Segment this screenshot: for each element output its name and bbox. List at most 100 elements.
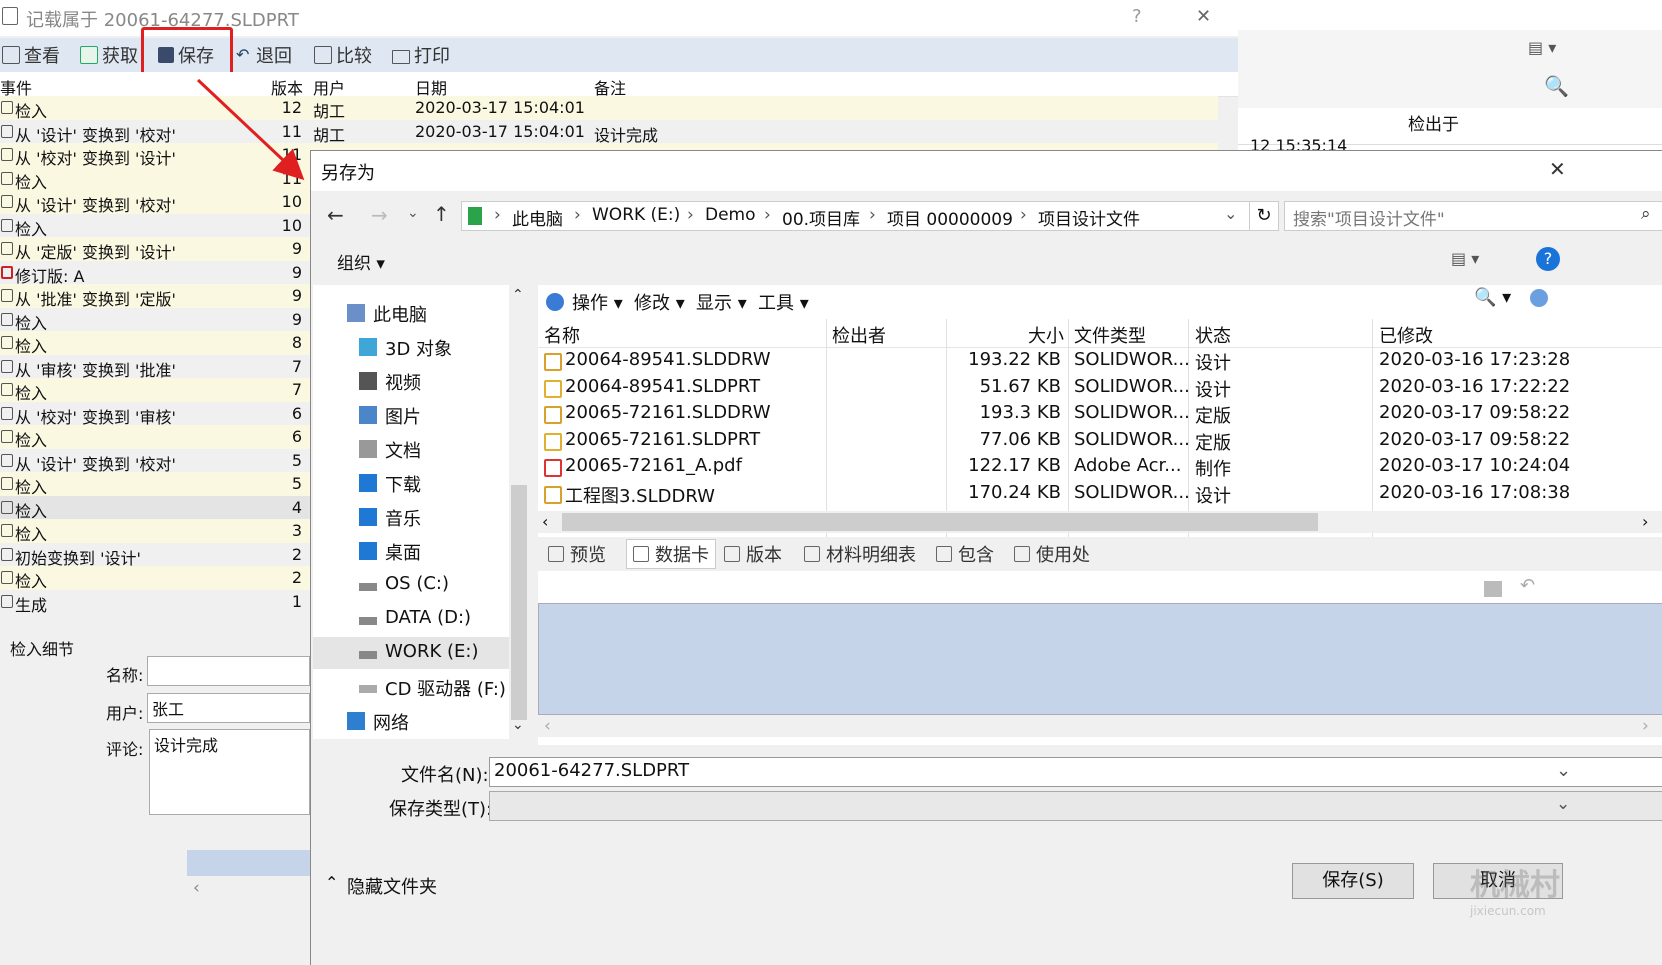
breadcrumb-item[interactable]: 项目 00000009: [887, 205, 1013, 230]
nav-item[interactable]: 音乐: [313, 501, 509, 533]
breadcrumb-item[interactable]: 此电脑: [512, 205, 563, 230]
col-type[interactable]: 文件类型: [1074, 322, 1146, 348]
file-row[interactable]: 20065-72161_A.pdf 122.17 KB Adobe Acr... 制作…: [538, 454, 1662, 481]
tab-preview[interactable]: 预览: [548, 540, 606, 568]
file-row[interactable]: 20064-89541.SLDPRT 51.67 KB SOLIDWOR... 设计 2…: [538, 375, 1662, 402]
filetype-select[interactable]: ⌄: [489, 791, 1662, 821]
address-bar[interactable]: › 此电脑 › WORK (E:) › Demo › 00.项目库 › 项目 00000009 › 项…: [461, 201, 1253, 231]
scroll-down-icon[interactable]: ⌄: [512, 717, 524, 733]
back-button[interactable]: ←: [327, 203, 344, 227]
history-hscroll[interactable]: ‹: [187, 876, 310, 904]
scroll-left-icon[interactable]: ‹: [542, 512, 548, 531]
hscroll-thumb[interactable]: [562, 513, 1318, 531]
breadcrumb-separator-icon[interactable]: ›: [764, 205, 771, 225]
nav-scrollbar[interactable]: ⌃ ⌄: [509, 285, 529, 739]
datacard-save-icon[interactable]: [1484, 581, 1502, 597]
file-row[interactable]: 20065-72161.SLDPRT 77.06 KB SOLIDWOR... 定版 2…: [538, 428, 1662, 455]
breadcrumb-item[interactable]: 00.项目库: [782, 205, 860, 230]
breadcrumb-separator-icon[interactable]: ›: [1020, 205, 1027, 225]
change-view-button[interactable]: ▤ ▾: [1451, 249, 1479, 268]
breadcrumb-item[interactable]: 项目设计文件: [1038, 205, 1140, 230]
view-options-icon[interactable]: ▤ ▾: [1528, 38, 1556, 57]
breadcrumb-separator-icon[interactable]: ›: [494, 205, 501, 225]
forward-button[interactable]: →: [371, 203, 388, 227]
history-row[interactable]: 从 '设计' 变换到 '校对' 11 胡工 2020-03-17 15:04:01 设计…: [0, 120, 1218, 145]
close-button[interactable]: ✕: [1196, 6, 1211, 27]
search-input[interactable]: 搜索"项目设计文件": [1293, 205, 1445, 230]
tab-where-used[interactable]: 使用处: [1014, 540, 1090, 568]
col-name[interactable]: 名称: [544, 322, 580, 348]
nav-item[interactable]: 视频: [313, 365, 509, 397]
breadcrumb-item[interactable]: WORK (E:): [592, 205, 680, 225]
tab-version[interactable]: 版本: [724, 540, 782, 568]
scroll-right-icon[interactable]: ›: [1642, 512, 1648, 531]
breadcrumb-separator-icon[interactable]: ›: [574, 205, 581, 225]
search-icon[interactable]: 🔍: [1544, 74, 1569, 98]
search-files-icon[interactable]: 🔍 ▾: [1474, 287, 1511, 308]
dialog-close-button[interactable]: ✕: [1549, 157, 1566, 181]
toolbar-get-button[interactable]: 获取: [80, 42, 138, 68]
help-button[interactable]: ?: [1132, 6, 1142, 27]
scroll-up-icon[interactable]: ⌃: [512, 287, 524, 303]
filetype-dropdown-icon[interactable]: ⌄: [1556, 794, 1570, 814]
search-icon[interactable]: ⌕: [1641, 204, 1651, 224]
tab-bom[interactable]: 材料明细表: [804, 540, 916, 568]
pane-menu-item[interactable]: 工具 ▾: [758, 289, 809, 315]
refresh-button[interactable]: ↻: [1249, 201, 1279, 231]
card-hscroll[interactable]: ‹ ›: [538, 715, 1662, 737]
chevron-up-icon[interactable]: ⌃: [325, 873, 338, 892]
nav-item[interactable]: 下载: [313, 467, 509, 499]
col-modified[interactable]: 已修改: [1379, 322, 1433, 348]
card-scroll-right-icon[interactable]: ›: [1642, 716, 1649, 736]
up-button[interactable]: ↑: [433, 202, 450, 226]
toolbar-view-button[interactable]: 查看: [2, 42, 60, 68]
address-dropdown-icon[interactable]: ⌄: [1224, 204, 1237, 223]
vault-view-icon[interactable]: [1530, 289, 1548, 307]
search-box[interactable]: 搜索"项目设计文件" ⌕: [1284, 201, 1662, 231]
toolbar-compare-button[interactable]: 比较: [314, 42, 372, 68]
filename-input[interactable]: 20061-64277.SLDPRT ⌄: [489, 757, 1662, 787]
nav-item[interactable]: DATA (D:): [313, 603, 509, 635]
nav-item[interactable]: 3D 对象: [313, 331, 509, 363]
tab-contains[interactable]: 包含: [936, 540, 994, 568]
file-hscroll[interactable]: ‹ ›: [538, 511, 1662, 533]
file-row[interactable]: 工程图3.SLDDRW 170.24 KB SOLIDWOR... 设计 2020-03…: [538, 481, 1662, 508]
nav-item[interactable]: 网络: [313, 705, 509, 737]
user-field[interactable]: 张工: [147, 693, 310, 723]
col-checked-out-by[interactable]: 检出者: [832, 322, 886, 348]
breadcrumb-separator-icon[interactable]: ›: [687, 205, 694, 225]
nav-item[interactable]: OS (C:): [313, 569, 509, 601]
file-row[interactable]: 20065-72161.SLDDRW 193.3 KB SOLIDWOR... 定版 2…: [538, 401, 1662, 428]
name-field[interactable]: [147, 656, 310, 686]
col-state[interactable]: 状态: [1195, 322, 1231, 348]
pane-menu-item[interactable]: 显示 ▾: [696, 289, 747, 315]
file-row[interactable]: 20064-89541.SLDDRW 193.22 KB SOLIDWOR... 设计…: [538, 348, 1662, 375]
save-button[interactable]: 保存(S): [1292, 863, 1414, 899]
pane-menu-item[interactable]: 操作 ▾: [572, 289, 623, 315]
hide-folders-button[interactable]: 隐藏文件夹: [347, 873, 437, 899]
history-user: 胡工: [313, 102, 346, 121]
comment-field[interactable]: 设计完成: [149, 729, 310, 815]
history-row[interactable]: 检入 12 胡工 2020-03-17 15:04:01: [0, 96, 1218, 121]
help-icon[interactable]: ?: [1536, 247, 1560, 271]
pane-menu-item[interactable]: 修改 ▾: [634, 289, 685, 315]
card-scroll-left-icon[interactable]: ‹: [544, 716, 551, 736]
toolbar-rollback-button[interactable]: ↶ 退回: [236, 42, 292, 68]
nav-item[interactable]: 此电脑: [313, 297, 509, 329]
nav-item[interactable]: 文档: [313, 433, 509, 465]
filename-dropdown-icon[interactable]: ⌄: [1556, 760, 1571, 781]
nav-item[interactable]: CD 驱动器 (F:): [313, 671, 509, 703]
nav-item[interactable]: WORK (E:): [313, 637, 509, 669]
organize-menu[interactable]: 组织 ▾: [337, 249, 385, 274]
breadcrumb-item[interactable]: Demo: [705, 205, 756, 225]
col-size[interactable]: 大小: [1028, 322, 1064, 348]
breadcrumb-separator-icon[interactable]: ›: [869, 205, 876, 225]
nav-item[interactable]: 图片: [313, 399, 509, 431]
toolbar-print-button[interactable]: 打印: [392, 42, 450, 68]
tab-datacard[interactable]: 数据卡: [626, 539, 716, 569]
scroll-thumb[interactable]: [511, 485, 527, 720]
recent-locations-button[interactable]: ⌄: [407, 205, 419, 221]
datacard-undo-icon[interactable]: ↶: [1520, 575, 1535, 596]
history-version: 9: [291, 309, 302, 329]
nav-item[interactable]: 桌面: [313, 535, 509, 567]
